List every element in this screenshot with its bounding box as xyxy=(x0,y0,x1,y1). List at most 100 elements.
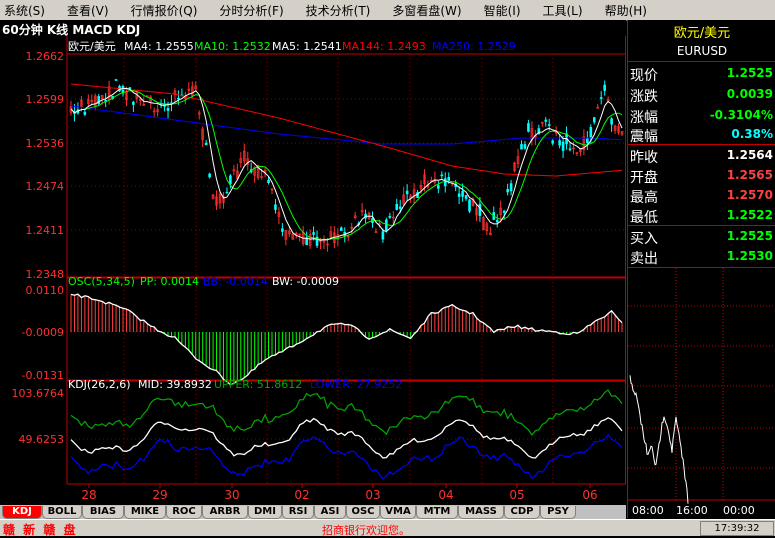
candle xyxy=(360,202,364,216)
quote-row-change: 涨跌 0.0039 xyxy=(628,85,775,105)
candle xyxy=(322,235,326,249)
candle xyxy=(485,221,489,235)
price-panel: 欧元/美元 MA4: 1.2555 MA10: 1.2532 MA5: 1.25… xyxy=(26,40,624,281)
candle xyxy=(516,148,520,169)
quote-panel: 欧元/美元 EURUSD 现价 1.2525 涨跌 0.0039 涨幅 -0.3… xyxy=(627,20,775,518)
candle xyxy=(104,93,107,108)
quote-divider xyxy=(628,61,775,62)
tab-dmi[interactable]: DMI xyxy=(248,506,282,519)
quote-title: 欧元/美元 xyxy=(673,26,731,41)
menu-technical[interactable]: 技术分析(T) xyxy=(306,2,371,19)
mini-time-2: 00:00 xyxy=(723,504,755,517)
menu-multiwindow[interactable]: 多窗看盘(W) xyxy=(392,2,461,19)
candle xyxy=(284,230,288,246)
candle xyxy=(412,183,416,204)
tab-mass[interactable]: MASS xyxy=(458,506,504,519)
menu-tools[interactable]: 工具(L) xyxy=(543,2,583,19)
menu-help[interactable]: 帮助(H) xyxy=(605,2,647,19)
mini-intraday-chart[interactable]: 08:00 16:00 00:00 xyxy=(628,268,775,518)
menu-intraday[interactable]: 分时分析(F) xyxy=(219,2,283,19)
osc-tick-1: -0.0009 xyxy=(22,326,64,339)
quote-divider xyxy=(628,144,775,145)
tab-roc[interactable]: ROC xyxy=(166,506,202,519)
tab-bias[interactable]: BIAS xyxy=(82,506,124,519)
quote-label: 涨跌 xyxy=(630,89,658,105)
candle xyxy=(430,176,433,182)
menu-view[interactable]: 查看(V) xyxy=(67,2,109,19)
candle xyxy=(215,190,218,211)
price-tick-3: 1.2474 xyxy=(26,180,65,193)
candle xyxy=(617,122,620,135)
tab-osc[interactable]: OSC xyxy=(346,506,380,519)
candle xyxy=(371,211,374,228)
candle xyxy=(156,104,159,117)
candle xyxy=(475,203,478,222)
quote-divider xyxy=(628,225,775,226)
candle xyxy=(246,151,250,171)
candlesticks xyxy=(69,78,624,252)
price-y-axis: 1.2662 1.2599 1.2536 1.2474 1.2411 1.234… xyxy=(26,50,65,281)
candle xyxy=(437,181,440,194)
candle xyxy=(249,162,253,174)
quote-value: 1.2522 xyxy=(726,208,773,222)
tab-psy[interactable]: PSY xyxy=(540,506,576,519)
ma-legend: MA4: 1.2555 MA10: 1.2532 MA5: 1.2541 MA1… xyxy=(124,40,516,53)
chart-header: 60分钟 K线 MACD KDJ xyxy=(0,20,626,37)
menu-smart[interactable]: 智能(I) xyxy=(484,2,521,19)
chart-area[interactable]: 欧元/美元 MA4: 1.2555 MA10: 1.2532 MA5: 1.25… xyxy=(0,36,627,506)
kdj-lower-label: LOWER: 27.9252 xyxy=(310,378,402,391)
quote-label: 买入 xyxy=(630,231,658,247)
candle xyxy=(208,172,211,179)
tab-rsi[interactable]: RSI xyxy=(282,506,314,519)
candle xyxy=(170,95,173,112)
menu-system[interactable]: 系统(S) xyxy=(4,2,45,19)
quote-code: EURUSD xyxy=(676,44,728,58)
candle xyxy=(340,226,343,231)
kdj-upper-label: UPPER: 51.8612 xyxy=(214,378,302,391)
candle xyxy=(391,210,395,224)
kdj-name-label: KDJ(26,2,6) xyxy=(68,378,131,391)
price-tick-1: 1.2599 xyxy=(26,93,65,106)
quote-label: 开盘 xyxy=(630,170,658,186)
candle xyxy=(561,136,565,159)
tab-asi[interactable]: ASI xyxy=(314,506,346,519)
tab-boll[interactable]: BOLL xyxy=(42,506,82,519)
osc-tick-0: 0.0110 xyxy=(26,284,65,297)
candle xyxy=(457,186,461,205)
osc-panel: OSC(5,34,5) PP: 0.0014 BB: -0.0014 BW: -… xyxy=(22,275,623,386)
candle xyxy=(613,124,617,134)
candle xyxy=(350,222,353,235)
candle xyxy=(471,197,475,207)
candle xyxy=(530,121,534,146)
candle xyxy=(468,198,471,214)
x-tick-5: 04 xyxy=(438,488,453,502)
osc-bb-label: BB: -0.0014 xyxy=(203,275,268,288)
candle xyxy=(523,141,527,151)
quote-row-amplitude: 震幅 0.38% xyxy=(628,125,775,145)
candle xyxy=(114,78,118,81)
tab-mtm[interactable]: MTM xyxy=(416,506,458,519)
candle xyxy=(513,161,516,173)
candle xyxy=(443,172,447,193)
quote-row-change-pct: 涨幅 -0.3104% xyxy=(628,106,775,126)
quote-value: 0.38% xyxy=(731,127,773,141)
candle xyxy=(575,152,579,156)
x-tick-7: 06 xyxy=(582,488,597,502)
candle xyxy=(367,211,371,220)
tab-vma[interactable]: VMA xyxy=(380,506,416,519)
quote-value: 1.2525 xyxy=(726,229,773,243)
tab-kdj[interactable]: KDJ xyxy=(2,506,42,519)
candle xyxy=(298,233,302,242)
tab-cdp[interactable]: CDP xyxy=(504,506,540,519)
osc-name-label: OSC(5,34,5) xyxy=(68,275,135,288)
osc-line xyxy=(70,293,623,386)
tab-arbr[interactable]: ARBR xyxy=(202,506,248,519)
menu-quotes[interactable]: 行情报价(Q) xyxy=(131,2,198,19)
candle xyxy=(610,117,613,132)
tab-mike[interactable]: MIKE xyxy=(124,506,166,519)
quote-label: 震幅 xyxy=(630,129,658,145)
quote-value: 1.2564 xyxy=(726,148,773,162)
candle xyxy=(620,131,624,136)
candle xyxy=(218,191,222,209)
quote-label: 卖出 xyxy=(630,251,658,267)
